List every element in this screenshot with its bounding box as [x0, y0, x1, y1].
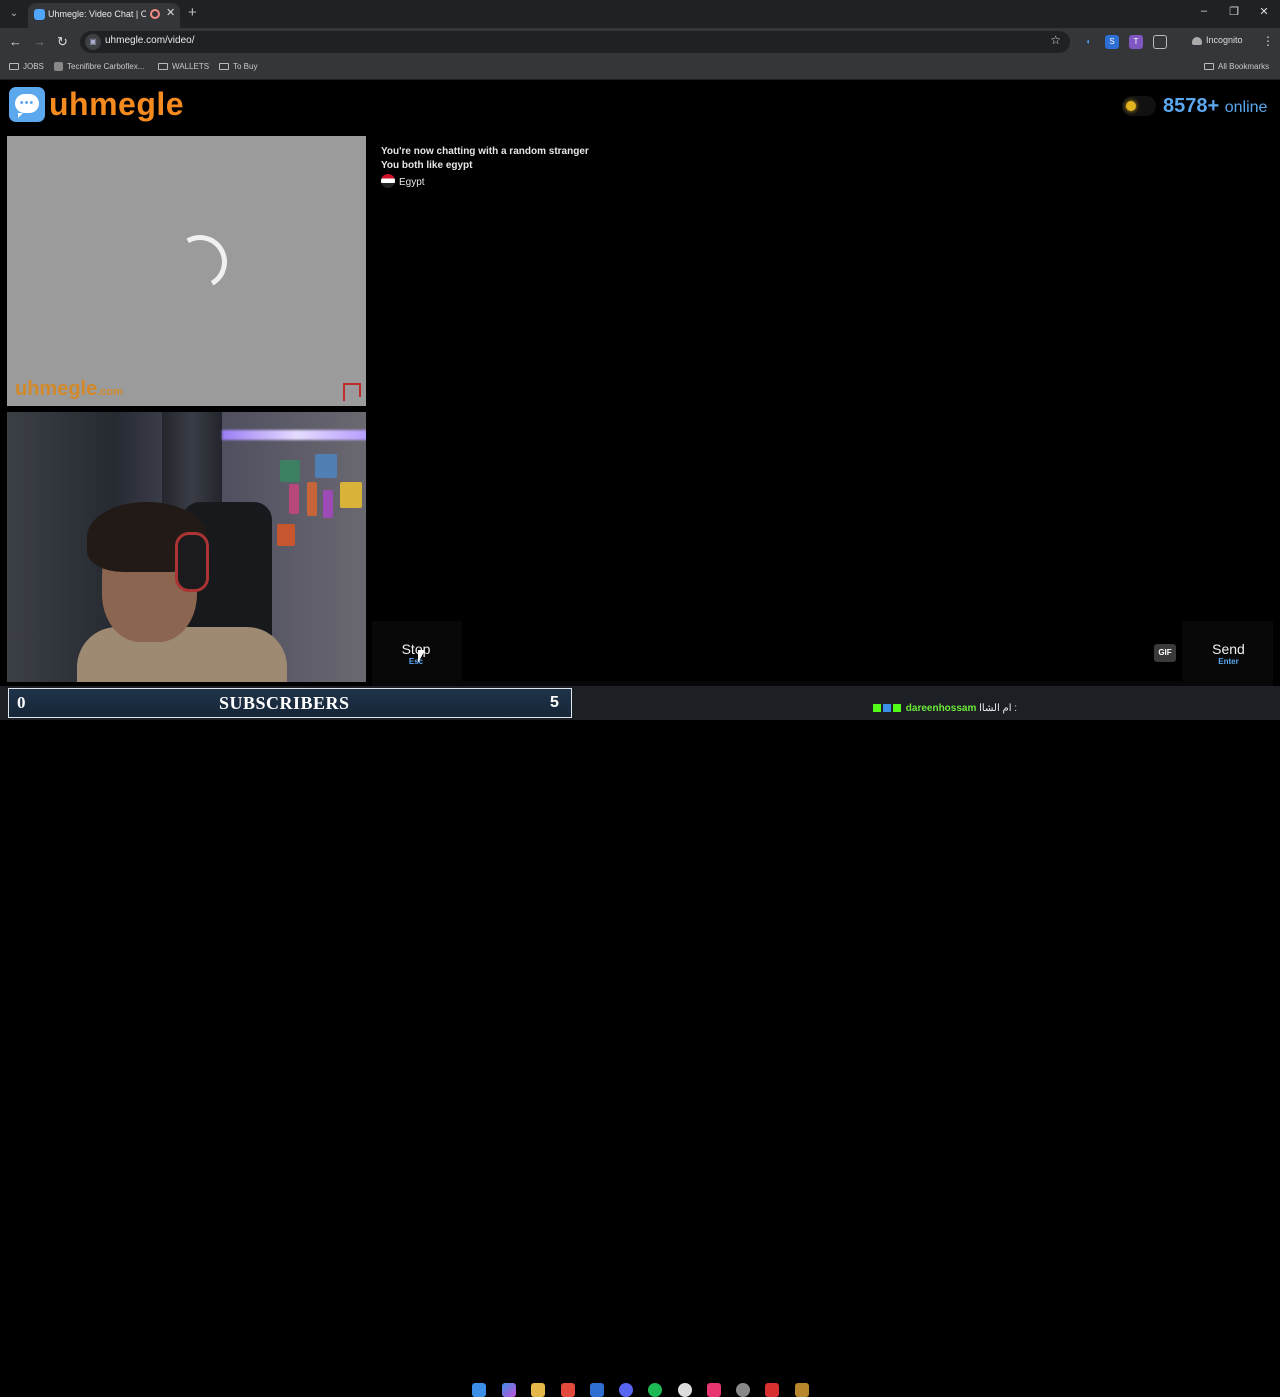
bookmark-wallets[interactable]: WALLETS: [158, 62, 209, 71]
sun-icon[interactable]: [1126, 101, 1136, 111]
bookmark-jobs[interactable]: JOBS: [9, 62, 44, 71]
back-button[interactable]: ←: [9, 34, 22, 49]
online-counter: 8578+ online: [1163, 95, 1267, 118]
tab-close-button[interactable]: ✕: [166, 6, 175, 19]
forward-button[interactable]: →: [33, 34, 46, 49]
stop-label: Stop: [401, 641, 431, 657]
report-flag-icon[interactable]: [343, 383, 361, 401]
mouse-cursor-icon: [418, 650, 425, 663]
ticker-username: dareenhossam: [905, 703, 977, 714]
url-text[interactable]: uhmegle.com/video/: [105, 35, 195, 46]
stop-shortcut: Esc: [408, 657, 424, 666]
poster: [289, 484, 299, 514]
browser-toolbar: ← → ↻ ▣ uhmegle.com/video/ ☆ ◖ S T Incog…: [0, 28, 1280, 56]
stop-button[interactable]: Stop Esc: [372, 621, 460, 681]
incognito-label: Incognito: [1206, 35, 1243, 45]
active-tab[interactable]: Uhmegle: Video Chat | Ome ✕: [28, 3, 180, 28]
chat-system-message: You both like egypt: [381, 160, 473, 171]
folder-icon: [1204, 63, 1214, 70]
headset: [175, 532, 209, 592]
site-logo-text[interactable]: uhmegle: [49, 86, 184, 123]
folder-icon: [158, 63, 168, 70]
recording-indicator-icon: [150, 9, 160, 19]
address-bar[interactable]: ▣ uhmegle.com/video/ ☆: [80, 31, 1070, 53]
twitch-icon: [883, 704, 891, 712]
subscriber-label: SUBSCRIBERS: [219, 693, 350, 713]
gif-button[interactable]: GIF: [1154, 644, 1176, 662]
app-red-icon[interactable]: [765, 1383, 779, 1397]
led-strip: [222, 430, 366, 440]
message-input[interactable]: [462, 621, 1182, 681]
steam-icon[interactable]: [678, 1383, 692, 1397]
subscriber-count: 0: [17, 693, 26, 712]
bookmark-tecnifibre[interactable]: Tecnifibre Carboflex...: [54, 62, 144, 71]
folder-icon: [219, 63, 229, 70]
chat-system-message: You're now chatting with a random strang…: [381, 146, 589, 157]
spinner-icon: [166, 228, 234, 296]
kick-icon: [873, 704, 881, 712]
window-close-button[interactable]: ✕: [1254, 5, 1274, 18]
copilot-icon[interactable]: [502, 1383, 516, 1397]
egypt-flag-icon: [381, 174, 395, 188]
person-body: [77, 627, 287, 682]
taskbar-badge: 5: [550, 694, 559, 711]
discord-icon[interactable]: [619, 1383, 633, 1397]
poster: [340, 482, 362, 508]
poster: [307, 482, 317, 516]
folder-icon: [9, 63, 19, 70]
tecnifibre-favicon-icon: [54, 62, 63, 71]
restore-button[interactable]: ❐: [1224, 5, 1244, 18]
extension-purple-icon[interactable]: T: [1129, 35, 1143, 49]
minimize-button[interactable]: –: [1194, 5, 1214, 17]
send-label: Send: [1212, 641, 1245, 657]
file-explorer-icon[interactable]: [531, 1383, 545, 1397]
spotify-icon[interactable]: [648, 1383, 662, 1397]
stranger-video: uhmegle.com: [7, 136, 366, 406]
send-shortcut: Enter: [1218, 657, 1239, 666]
online-label: online: [1224, 99, 1268, 116]
league-icon[interactable]: [795, 1383, 809, 1397]
stream-chat-ticker: dareenhossam ام الشاا :: [873, 703, 1017, 714]
online-count: 8578+: [1163, 95, 1220, 117]
extension-audio-icon[interactable]: ◖: [1081, 35, 1095, 49]
poster: [315, 454, 337, 478]
uhmegle-logo-icon[interactable]: •••: [9, 87, 45, 122]
extensions-puzzle-icon[interactable]: [1153, 35, 1167, 49]
incognito-indicator[interactable]: Incognito: [1192, 35, 1243, 45]
app-icon[interactable]: [736, 1383, 750, 1397]
uhmegle-page: ••• uhmegle 8578+ online uhmegle.com You…: [0, 81, 1280, 686]
chrome-icon[interactable]: [561, 1383, 575, 1397]
tab-title: Uhmegle: Video Chat | Ome: [48, 9, 146, 19]
incognito-icon: [1192, 36, 1202, 45]
video-watermark: uhmegle.com: [15, 378, 123, 400]
store-icon[interactable]: [590, 1383, 604, 1397]
ticker-message: ام الشاا :: [979, 703, 1018, 714]
stranger-country: Egypt: [381, 174, 425, 188]
poster: [323, 490, 333, 518]
extension-blue-icon[interactable]: S: [1105, 35, 1119, 49]
uhmegle-favicon-icon: [34, 9, 45, 20]
self-video: [7, 412, 366, 682]
chat-bubble-icon: •••: [15, 94, 39, 118]
site-info-icon[interactable]: ▣: [85, 34, 101, 50]
bookmark-to-buy[interactable]: To Buy: [219, 62, 257, 71]
reload-button[interactable]: ↻: [57, 34, 68, 50]
windows-start-icon[interactable]: [472, 1383, 486, 1397]
tiktok-icon[interactable]: [707, 1383, 721, 1397]
tab-search-button[interactable]: ⌄: [6, 6, 22, 22]
kick-icon: [893, 704, 901, 712]
chat-log: You're now chatting with a random strang…: [372, 136, 1273, 620]
send-button[interactable]: Send Enter: [1184, 621, 1273, 681]
browser-tab-strip: ⌄ Uhmegle: Video Chat | Ome ✕ + – ❐ ✕: [0, 0, 1280, 28]
bookmarks-bar: JOBS Tecnifibre Carboflex... WALLETS To …: [0, 56, 1280, 80]
poster: [280, 460, 300, 482]
new-tab-button[interactable]: +: [188, 4, 197, 21]
subscriber-counter-overlay: 0 SUBSCRIBERS: [8, 688, 572, 718]
all-bookmarks[interactable]: All Bookmarks: [1204, 62, 1269, 71]
bookmark-star-icon[interactable]: ☆: [1050, 33, 1061, 47]
poster: [277, 524, 295, 546]
browser-menu-icon[interactable]: ⋮: [1262, 34, 1274, 48]
chat-input-row: Stop Esc GIF Send Enter: [372, 621, 1273, 686]
